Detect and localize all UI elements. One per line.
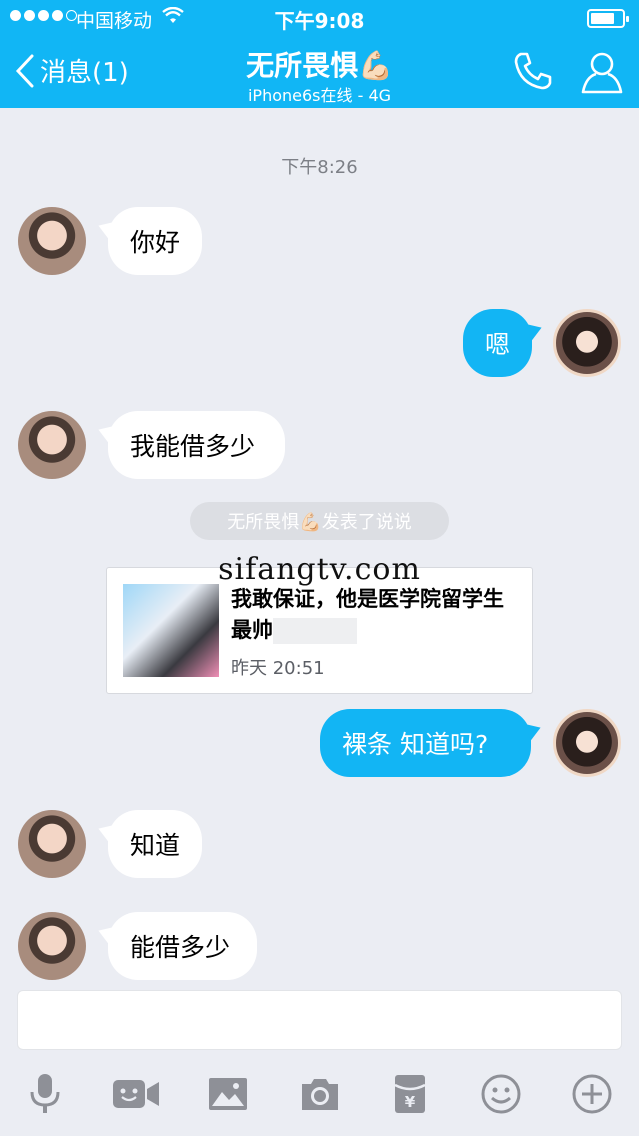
my-avatar[interactable]	[553, 709, 621, 777]
microphone-icon[interactable]	[21, 1070, 69, 1118]
plus-icon[interactable]	[568, 1070, 616, 1118]
status-bar: 中国移动 下午9:08	[0, 0, 639, 36]
my-avatar[interactable]	[553, 309, 621, 377]
phone-icon[interactable]	[512, 50, 554, 96]
redacted-block	[273, 618, 357, 644]
contact-avatar[interactable]	[18, 810, 86, 878]
message-bubble-outgoing[interactable]: 嗯	[463, 309, 532, 377]
message-input[interactable]	[17, 990, 622, 1050]
emoji-icon[interactable]	[477, 1070, 525, 1118]
watermark: sifangtv.com	[218, 552, 421, 587]
message-bubble-incoming[interactable]: 能借多少	[108, 912, 257, 980]
header-bar: 中国移动 下午9:08 消息(1) 无所畏惧💪🏻 iPhone6s在线 - 4G	[0, 0, 639, 108]
svg-text:¥: ¥	[405, 1093, 416, 1111]
status-time: 下午9:08	[274, 9, 365, 33]
red-packet-icon[interactable]: ¥	[386, 1070, 434, 1118]
system-notice-text: 无所畏惧💪🏻发表了说说	[227, 512, 412, 533]
video-call-icon[interactable]	[112, 1070, 160, 1118]
image-icon[interactable]	[204, 1070, 252, 1118]
shared-post-text: 我敢保证，他是医学院留学生最帅	[231, 584, 521, 646]
contact-avatar[interactable]	[18, 912, 86, 980]
message-bubble-incoming[interactable]: 你好	[108, 207, 202, 275]
system-notice: 无所畏惧💪🏻发表了说说	[190, 502, 449, 540]
message-bubble-outgoing[interactable]: 裸条 知道吗?	[320, 709, 531, 777]
battery-icon	[587, 9, 629, 28]
message-bubble-incoming[interactable]: 知道	[108, 810, 202, 878]
chat-timestamp: 下午8:26	[281, 157, 358, 178]
shared-post-text-content: 我敢保证，他是医学院留学生最帅	[231, 587, 504, 642]
contact-avatar[interactable]	[18, 411, 86, 479]
chat-toolbar: ¥	[0, 1064, 639, 1124]
shared-post-thumbnail	[123, 584, 219, 677]
contact-avatar[interactable]	[18, 207, 86, 275]
profile-icon[interactable]	[580, 50, 624, 100]
shared-post-time: 昨天 20:51	[231, 658, 325, 679]
camera-icon[interactable]	[296, 1070, 344, 1118]
message-bubble-incoming[interactable]: 我能借多少	[108, 411, 285, 479]
